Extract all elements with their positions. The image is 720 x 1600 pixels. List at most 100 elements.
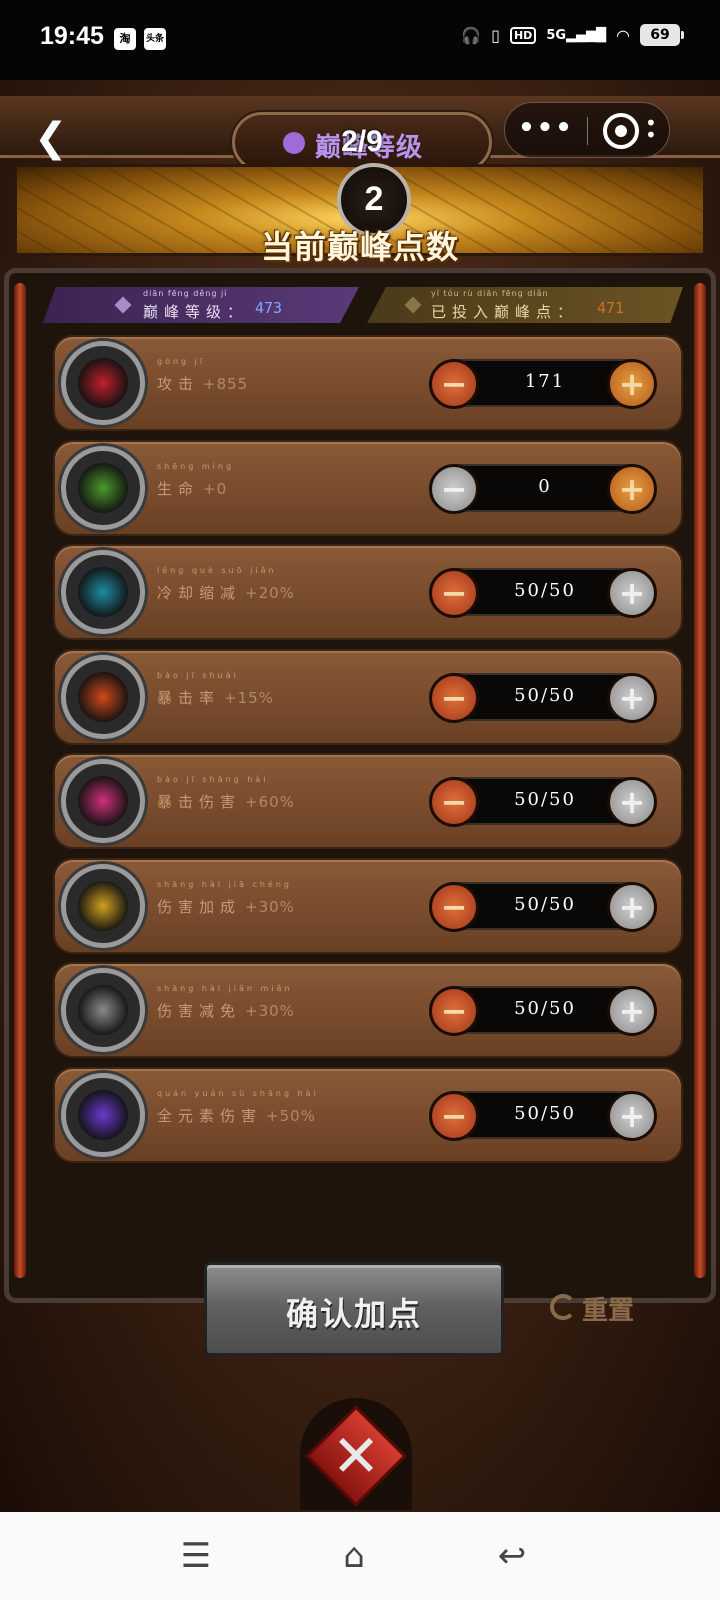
reset-button[interactable]: 重置 — [550, 1288, 650, 1328]
plus-icon: + — [618, 574, 646, 612]
increase-button[interactable]: + — [607, 777, 657, 827]
banner-title: 当前巅峰点数 — [260, 228, 459, 266]
stat-label: 伤害减免 +30% — [157, 1000, 295, 1021]
stat-name: 暴击伤害 — [157, 793, 242, 811]
decrease-button[interactable]: − — [429, 463, 479, 514]
home-button[interactable]: ⌂ — [332, 1534, 376, 1578]
decrease-button[interactable]: − — [429, 672, 479, 723]
increase-button[interactable]: + — [607, 359, 657, 409]
invested-value: 471 — [597, 299, 625, 317]
stat-pinyin: shēng mìng — [157, 461, 235, 471]
minus-icon: − — [440, 783, 468, 821]
back-button[interactable]: ❮ — [34, 118, 78, 162]
confirm-points-button[interactable]: 确认加点 — [204, 1262, 504, 1356]
decrease-button[interactable]: − — [429, 568, 479, 618]
decrease-button[interactable]: − — [429, 359, 479, 409]
plus-icon: + — [618, 992, 646, 1030]
stat-row: lěng què suō jiǎn 冷却缩减 +20% − 50/50 + — [53, 544, 683, 640]
stat-pinyin: shāng hài jiā chéng — [157, 879, 292, 889]
menu-button[interactable]: ☰ — [174, 1534, 218, 1578]
minus-icon: − — [440, 469, 468, 508]
battery-icon: 69 — [640, 24, 684, 46]
back-arrow-icon: ↩ — [497, 1536, 527, 1576]
right-ornament-bar — [694, 283, 706, 1278]
more-button[interactable]: ••• — [505, 103, 587, 159]
invested-pinyin: yǐ tóu rù diān fēng diǎn — [431, 289, 549, 298]
stat-row: bào jī shuài 暴击率 +15% − 50/50 + — [53, 648, 683, 745]
stat-label: 攻击 +855 — [157, 373, 248, 394]
back-nav-button[interactable]: ↩ — [490, 1534, 534, 1578]
decrease-button[interactable]: − — [429, 986, 479, 1036]
decrease-button[interactable]: − — [429, 881, 479, 932]
increase-button[interactable]: + — [607, 881, 657, 932]
increase-button[interactable]: + — [607, 672, 657, 723]
icon-core — [78, 776, 128, 826]
crit-damage-icon — [61, 759, 145, 843]
plus-icon: + — [618, 783, 646, 821]
minus-icon: − — [440, 574, 468, 612]
stat-pinyin: quán yuán sù shāng hài — [157, 1088, 319, 1098]
stat-name: 攻击 — [157, 375, 200, 393]
taobao-app-icon: 淘 — [114, 28, 136, 50]
increase-button[interactable]: + — [607, 568, 657, 618]
stat-stepper: − 50/50 + — [429, 986, 657, 1036]
more-dots-icon: ••• — [518, 113, 574, 143]
status-bar: 19:45 淘 头条 🎧 ▯ HD 5G▂▄▆█ ◠ 69 — [0, 0, 720, 80]
shield-icon — [61, 968, 145, 1052]
level-pinyin: diān fēng děng jí — [143, 289, 228, 298]
confirm-label: 确认加点 — [285, 1295, 422, 1333]
decrease-button[interactable]: − — [429, 1090, 479, 1141]
stat-bonus: +20% — [245, 584, 295, 602]
decrease-button[interactable]: − — [429, 777, 479, 827]
icon-core — [78, 567, 128, 617]
minus-icon: − — [440, 678, 468, 717]
vibrate-icon: ▯ — [491, 25, 500, 45]
plus-icon: + — [618, 887, 646, 926]
plus-icon: + — [618, 365, 646, 403]
stat-row: shāng hài jiā chéng 伤害加成 +30% − 50/50 + — [53, 857, 683, 954]
stat-points-value: 50/50 — [514, 580, 576, 601]
minus-icon: − — [440, 992, 468, 1030]
header-bar: ❮ 巅峰等级 2/9 ••• • • — [0, 96, 720, 172]
status-icons: 🎧 ▯ HD 5G▂▄▆█ ◠ 69 — [461, 24, 684, 46]
stat-points-value: 0 — [538, 475, 552, 497]
stat-row: bào jī shāng hài 暴击伤害 +60% − 50/50 + — [53, 753, 683, 849]
signal-icon: 5G▂▄▆█ — [546, 27, 607, 43]
status-time: 19:45 — [40, 22, 104, 50]
crit-rate-icon — [61, 654, 145, 739]
stat-bonus: +30% — [245, 1002, 295, 1020]
increase-button[interactable]: + — [607, 463, 657, 514]
stat-bonus: +15% — [224, 688, 274, 707]
stat-bonus: +30% — [245, 897, 295, 916]
toutiao-app-icon: 头条 — [144, 28, 166, 50]
attack-target-icon — [61, 341, 145, 425]
increase-button[interactable]: + — [607, 1090, 657, 1141]
stat-label: 冷却缩减 +20% — [157, 582, 295, 603]
increase-button[interactable]: + — [607, 986, 657, 1036]
stat-points-value: 50/50 — [514, 893, 576, 915]
wifi-icon: ◠ — [616, 25, 630, 45]
peak-points-banner: 2 当前巅峰点数 — [14, 163, 706, 266]
stat-name: 冷却缩减 — [157, 584, 242, 602]
stat-row: quán yuán sù shāng hài 全元素伤害 +50% − 50/50 + — [53, 1066, 683, 1163]
minus-icon: − — [440, 365, 468, 403]
close-mini-program-button[interactable] — [603, 113, 639, 149]
stat-stepper: − 50/50 + — [429, 777, 657, 827]
icon-core — [78, 358, 128, 408]
stat-bonus: +60% — [245, 793, 295, 811]
stat-pinyin: bào jī shāng hài — [157, 775, 269, 784]
plus-icon: + — [618, 678, 646, 717]
stat-points-value: 50/50 — [514, 1102, 576, 1124]
headphone-icon: 🎧 — [461, 25, 482, 45]
stat-pinyin: shāng hài jiǎn miǎn — [157, 984, 293, 993]
network-label: 5G — [546, 27, 567, 43]
stat-bonus: +855 — [203, 375, 249, 393]
level-label: 巅峰等级： — [143, 303, 249, 321]
level-value: 473 — [255, 299, 283, 317]
stat-row: gōng jī 攻击 +855 − 171 + — [53, 335, 683, 431]
diamond-icon — [114, 296, 132, 314]
stat-label: 暴击率 +15% — [157, 687, 274, 708]
icon-core — [78, 880, 128, 931]
title-plate: 巅峰等级 2/9 — [232, 112, 492, 172]
reset-label: 重置 — [582, 1296, 635, 1326]
